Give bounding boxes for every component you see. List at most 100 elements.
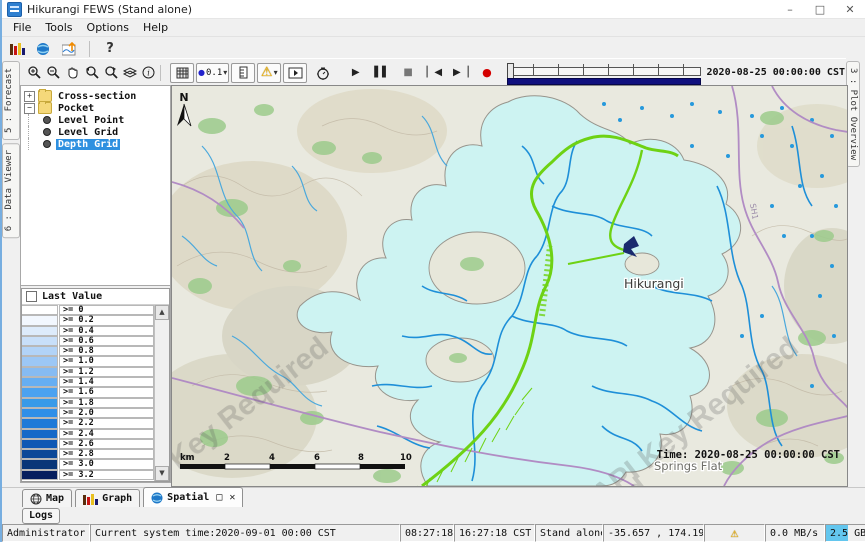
legend-row[interactable]: >= 2.4 [22, 429, 154, 439]
status-text: 08:27:18 GMT [405, 528, 454, 539]
legend-row-label: >= 3.2 [59, 470, 154, 480]
info-icon[interactable]: i [140, 64, 157, 82]
legend-row-label: >= 0.8 [59, 346, 154, 356]
time-slider-range [507, 78, 700, 85]
zoom-next-icon[interactable] [102, 64, 119, 82]
bullet-icon [43, 116, 51, 124]
last-value-checkbox[interactable] [26, 291, 37, 302]
pause-icon[interactable]: ▌▌ [373, 64, 390, 82]
folder-icon [38, 102, 52, 114]
svg-text:N: N [179, 91, 188, 104]
legend-row[interactable]: >= 1.0 [22, 356, 154, 366]
legend-row[interactable]: >= 3.2 [22, 470, 154, 480]
logs-button[interactable]: Logs [22, 508, 60, 524]
grid-size-dropdown[interactable]: ●0.1▾ [196, 63, 229, 83]
menu-options[interactable]: Options [80, 20, 136, 35]
legend-row[interactable]: >= 1.6 [22, 387, 154, 397]
legend-row[interactable]: >= 0.4 [22, 326, 154, 336]
tree-item-label: Cross-section [56, 91, 138, 102]
expand-icon[interactable]: + [24, 91, 35, 102]
time-slider[interactable] [507, 63, 700, 83]
svg-text:10: 10 [400, 453, 412, 463]
collapse-icon[interactable]: − [24, 103, 35, 114]
close-icon[interactable]: ✕ [835, 0, 865, 18]
grid-icon[interactable] [170, 63, 194, 83]
record-icon[interactable]: ● [478, 64, 495, 82]
tree-item-depth-grid[interactable]: Depth Grid [23, 138, 168, 150]
legend-row-label: >= 0 [59, 305, 154, 315]
legend-color-swatch [22, 367, 58, 377]
scalar-bars-icon[interactable] [8, 41, 26, 57]
status-cell-7: 0.0 MB/s [765, 524, 825, 542]
legend-scrollbar[interactable]: ▲ ▼ [154, 305, 169, 481]
profile-chart-icon[interactable] [60, 41, 78, 57]
globe-icon [151, 492, 163, 504]
legend-row[interactable]: >= 0.2 [22, 315, 154, 325]
warning-icon[interactable]: ⚠ [731, 527, 739, 540]
tree-item-pocket[interactable]: −Pocket [23, 102, 168, 114]
warning-dropdown[interactable]: ⚠▾ [257, 63, 281, 83]
legend-row[interactable]: >= 1.8 [22, 398, 154, 408]
title-bar: Hikurangi FEWS (Stand alone) – □ ✕ [2, 0, 865, 19]
tab-map[interactable]: Map [22, 489, 72, 507]
legend-color-swatch [22, 387, 58, 397]
zoom-in-icon[interactable] [26, 64, 43, 82]
legend-row[interactable]: >= 3.0 [22, 459, 154, 469]
layers-icon[interactable] [121, 64, 138, 82]
legend-row-label: >= 1.8 [59, 398, 154, 408]
toolbar-separator [160, 65, 161, 81]
tree-item-label: Level Point [56, 115, 126, 126]
legend-row[interactable]: >= 0.6 [22, 336, 154, 346]
status-cell-8: 2.5 GB [825, 524, 865, 542]
zoom-out-icon[interactable] [45, 64, 62, 82]
legend-row-label: >= 2.4 [59, 429, 154, 439]
dock-close-icon[interactable]: ✕ [229, 492, 235, 503]
status-text: -35.657 , 174.199 [608, 528, 704, 539]
map-canvas[interactable]: SH1 API Key Required API Key Required AP… [171, 85, 848, 487]
movie-icon[interactable] [283, 63, 307, 83]
legend-row-label: >= 2.6 [59, 439, 154, 449]
bar-chart-icon [83, 493, 98, 505]
dock-maximize-icon[interactable]: □ [216, 492, 222, 503]
play-icon[interactable]: ▶ [347, 64, 364, 82]
legend-row[interactable]: >= 0 [22, 305, 154, 315]
legend-row[interactable]: >= 1.4 [22, 377, 154, 387]
scroll-up-icon[interactable]: ▲ [155, 305, 169, 320]
skip-start-icon[interactable]: ▏◀ [426, 64, 443, 82]
legend-row[interactable]: >= 2.0 [22, 408, 154, 418]
tree-item-level-grid[interactable]: Level Grid [23, 126, 168, 138]
menu-help[interactable]: Help [136, 20, 175, 35]
legend-row[interactable]: >= 2.8 [22, 449, 154, 459]
legend-row-label: >= 1.2 [59, 367, 154, 377]
maximize-icon[interactable]: □ [805, 0, 835, 18]
side-tab-left-0[interactable]: 5 : Forecast [2, 61, 20, 140]
legend-row[interactable]: >= 2.6 [22, 439, 154, 449]
side-tab-right-0[interactable]: 3 : Plot Overview [846, 61, 860, 167]
time-slider-handle[interactable] [507, 63, 514, 79]
stop-icon[interactable]: ■ [400, 64, 417, 82]
legend-row[interactable]: >= 1.2 [22, 367, 154, 377]
tab-spatial[interactable]: Spatial □ ✕ [143, 487, 243, 507]
menu-file[interactable]: File [6, 20, 38, 35]
bottom-tab-bar: Map Graph Spatial □ ✕ [2, 487, 865, 507]
globe-icon[interactable] [34, 41, 52, 57]
minimize-icon[interactable]: – [775, 0, 805, 18]
legend-row[interactable]: >= 0.8 [22, 346, 154, 356]
timer-icon[interactable] [314, 64, 331, 82]
side-tab-left-1[interactable]: 6 : Data Viewer [2, 143, 20, 238]
status-cell-6: ⚠ [704, 524, 765, 542]
scroll-down-icon[interactable]: ▼ [155, 466, 169, 481]
status-text: 16:27:18 CST [459, 528, 531, 539]
legend-row[interactable]: >= 2.2 [22, 418, 154, 428]
skip-end-icon[interactable]: ▶▕ [452, 64, 469, 82]
menu-bar: FileToolsOptionsHelp [2, 19, 865, 37]
ruler-icon[interactable] [231, 63, 255, 83]
pan-hand-icon[interactable] [64, 64, 81, 82]
legend-color-swatch [22, 356, 58, 366]
tab-graph[interactable]: Graph [75, 489, 140, 507]
help-icon[interactable]: ? [101, 41, 119, 57]
menu-tools[interactable]: Tools [38, 20, 79, 35]
zoom-previous-icon[interactable] [83, 64, 100, 82]
tree-item-level-point[interactable]: Level Point [23, 114, 168, 126]
legend-row-label: >= 2.2 [59, 418, 154, 428]
